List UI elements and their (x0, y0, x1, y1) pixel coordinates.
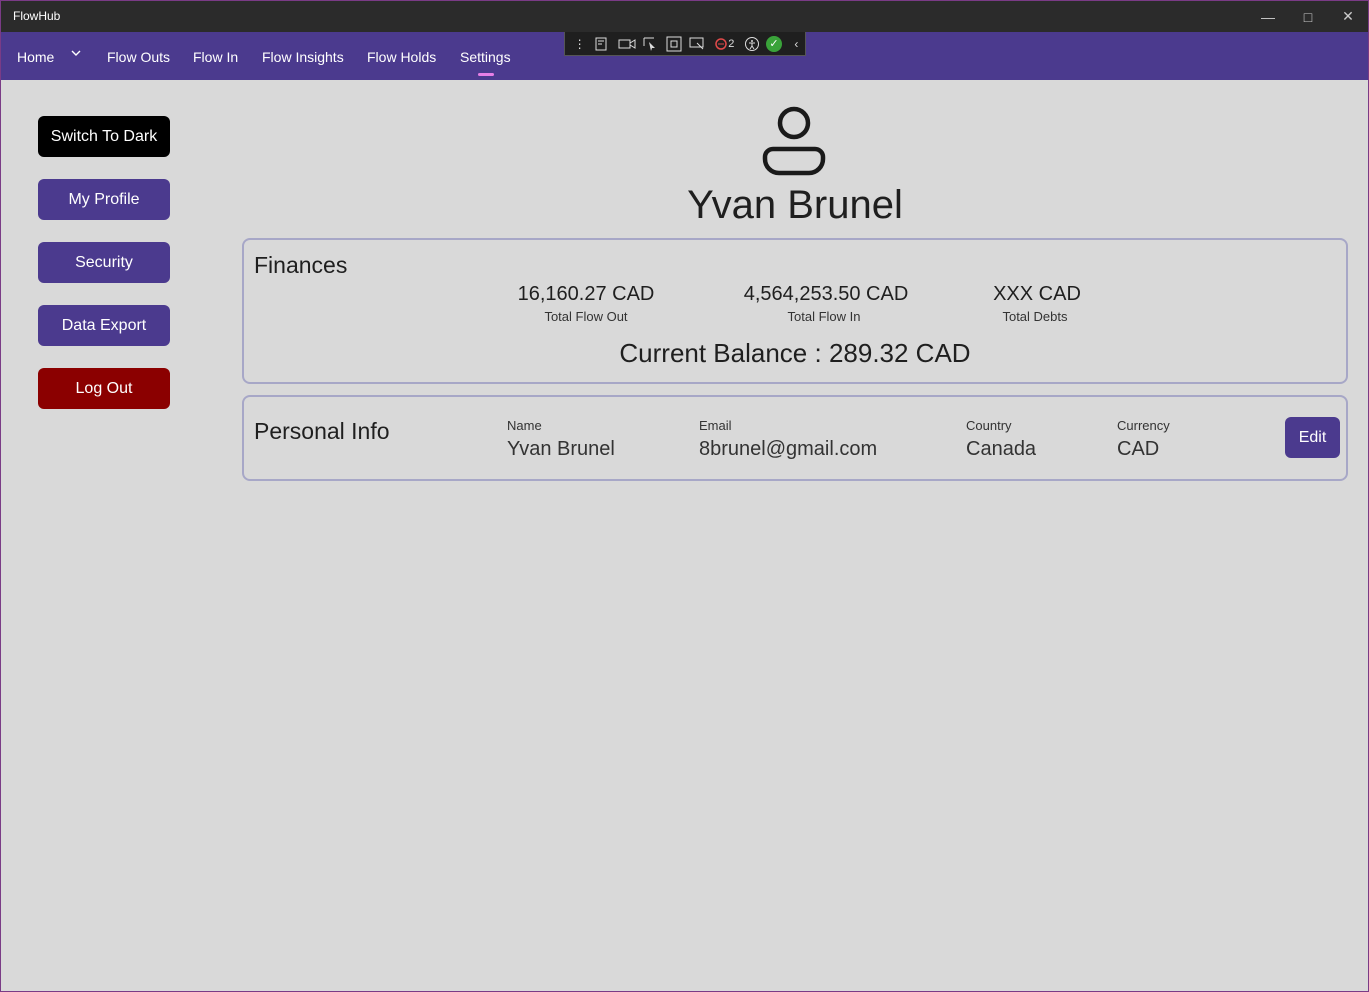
country-value: Canada (966, 438, 1037, 460)
current-balance: Current Balance : 289.32 CAD (619, 338, 971, 368)
data-export-button[interactable]: Data Export (38, 305, 170, 346)
binding-failures-icon[interactable]: 2 (712, 36, 737, 52)
live-tree-icon[interactable] (594, 36, 611, 52)
grip-icon[interactable]: ⋮ (571, 36, 588, 52)
finances-title: Finances (254, 252, 348, 278)
nav-settings[interactable]: Settings (460, 49, 511, 65)
collapse-chevron-icon[interactable]: ‹ (788, 36, 805, 52)
video-icon[interactable] (618, 36, 636, 52)
app-title: FlowHub (13, 9, 61, 23)
debug-toolbar: ⋮ 2 ✓ ‹ (564, 32, 806, 56)
nav-home[interactable]: Home (17, 49, 54, 65)
country-label: Country (966, 418, 1012, 433)
title-bar: FlowHub — □ ✕ (1, 1, 1368, 32)
total-debts-value: XXX CAD (993, 283, 1081, 305)
currency-label: Currency (1117, 418, 1170, 433)
switch-theme-button[interactable]: Switch To Dark (38, 116, 170, 157)
nav-flow-holds[interactable]: Flow Holds (367, 49, 436, 65)
total-debts-label: Total Debts (1002, 309, 1068, 324)
email-label: Email (699, 418, 732, 433)
close-icon[interactable]: ✕ (1328, 1, 1368, 32)
edit-button[interactable]: Edit (1285, 417, 1340, 458)
finances-card: Finances 16,160.27 CAD Total Flow Out 4,… (242, 238, 1348, 384)
total-flow-out-value: 16,160.27 CAD (517, 283, 655, 305)
total-flow-in-label: Total Flow In (787, 309, 861, 324)
name-value: Yvan Brunel (507, 438, 615, 460)
currency-value: CAD (1117, 438, 1160, 460)
minimize-icon[interactable]: — (1248, 1, 1288, 32)
security-button[interactable]: Security (38, 242, 170, 283)
maximize-icon[interactable]: □ (1288, 1, 1328, 32)
my-profile-button[interactable]: My Profile (38, 179, 170, 220)
nav-flow-in[interactable]: Flow In (193, 49, 238, 65)
name-label: Name (507, 418, 542, 433)
profile-name: Yvan Brunel (687, 183, 903, 227)
user-avatar-icon (761, 105, 827, 177)
total-flow-in-value: 4,564,253.50 CAD (743, 283, 909, 305)
log-out-button[interactable]: Log Out (38, 368, 170, 409)
nav-active-indicator (478, 73, 494, 76)
app-window: FlowHub — □ ✕ Home Flow Outs Flow In Flo… (0, 0, 1369, 992)
personal-info-card: Personal Info Name Yvan Brunel Email 8br… (242, 395, 1348, 481)
select-element-icon[interactable] (642, 36, 659, 52)
nav-flow-outs[interactable]: Flow Outs (107, 49, 170, 65)
chevron-down-icon[interactable] (70, 46, 82, 62)
total-flow-out-label: Total Flow Out (544, 309, 628, 324)
layout-adorners-icon[interactable] (665, 36, 682, 52)
binding-failures-count: 2 (728, 37, 735, 50)
nav-flow-insights[interactable]: Flow Insights (262, 49, 344, 65)
personal-info-title: Personal Info (254, 418, 390, 444)
email-value: 8brunel@gmail.com (699, 438, 878, 460)
track-focus-icon[interactable] (688, 36, 705, 52)
check-icon[interactable]: ✓ (766, 35, 782, 52)
accessibility-icon[interactable] (743, 36, 760, 52)
